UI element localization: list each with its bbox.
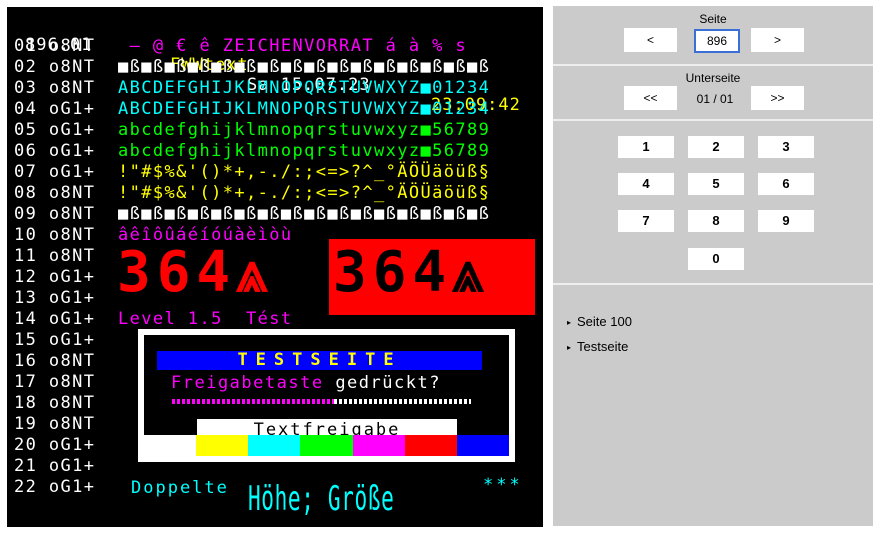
link-seite-100[interactable]: ▸ Seite 100: [567, 314, 632, 329]
row-number: 14 oG1+: [14, 309, 96, 329]
page-number-input[interactable]: [694, 29, 740, 53]
teletext-screen: 896.01 FWWtext Sa 15.07.23 23:09:42 01 o…: [7, 7, 543, 527]
row-number: 22 oG1+: [14, 477, 96, 497]
keypad-button-2[interactable]: 2: [688, 136, 744, 158]
row-number: 01 o8NT: [14, 36, 96, 56]
keypad-button-4[interactable]: 4: [618, 173, 674, 195]
control-panel: Seite < > Unterseite << 01 / 01 >> 123 45…: [553, 6, 873, 526]
row-number: 16 o8NT: [14, 351, 96, 371]
separator: [553, 64, 873, 66]
row-number: 11 o8NT: [14, 246, 96, 266]
prev-subpage-button[interactable]: <<: [624, 86, 677, 110]
color-bar: [352, 435, 405, 456]
arrow-right-icon: ▸: [567, 343, 572, 353]
keypad-button-7[interactable]: 7: [618, 210, 674, 232]
magenta-dot-bar: [172, 399, 334, 404]
row-content: ABCDEFGHIJKLMNOPQRSTUVWXYZ■01234: [118, 78, 491, 98]
keypad-button-8[interactable]: 8: [688, 210, 744, 232]
link-testseite[interactable]: ▸ Testseite: [567, 339, 628, 354]
color-bars: [144, 435, 509, 456]
keypad-button-6[interactable]: 6: [758, 173, 814, 195]
separator: [553, 119, 873, 121]
color-bar: [404, 435, 457, 456]
link-seite-100-label: Seite 100: [577, 314, 632, 329]
row-number: 10 o8NT: [14, 225, 96, 245]
link-testseite-label: Testseite: [577, 339, 629, 354]
row-number: 18 o8NT: [14, 393, 96, 413]
row-number: 20 oG1+: [14, 435, 96, 455]
keypad-button-1[interactable]: 1: [618, 136, 674, 158]
arrow-right-icon: ▸: [567, 318, 572, 328]
row-number: 07 oG1+: [14, 162, 96, 182]
row-number: 02 o8NT: [14, 57, 96, 77]
row-number: 12 oG1+: [14, 267, 96, 287]
subpage-label: Unterseite: [685, 71, 741, 85]
testcard-inner: TESTSEITE Freigabetaste gedrückt? Textfr…: [144, 335, 509, 441]
bottom-stars: ***: [483, 475, 523, 495]
color-bar: [300, 435, 353, 456]
white-dot-bar: [334, 399, 471, 404]
row-number: 15 oG1+: [14, 330, 96, 350]
row-content: abcdefghijklmnopqrstuvwxyz■56789: [118, 141, 491, 161]
color-bar: [144, 435, 197, 456]
keypad-button-3[interactable]: 3: [758, 136, 814, 158]
next-subpage-button[interactable]: >>: [751, 86, 804, 110]
row-number: 17 o8NT: [14, 372, 96, 392]
bottom-double-label: Doppelte: [131, 478, 229, 498]
row-content: !"#$%&'()*+,-./:;<=>?^_°ÄÖÜäöüß§: [118, 183, 491, 203]
next-page-button[interactable]: >: [751, 28, 804, 52]
big-text-red: 364⩓: [117, 240, 274, 305]
color-bar: [248, 435, 301, 456]
row-content: ■ß■ß■ß■ß■ß■ß■ß■ß■ß■ß■ß■ß■ß■ß■ß■ß: [118, 57, 491, 77]
big-text-black: 364⩓: [333, 240, 490, 305]
keypad-button-9[interactable]: 9: [758, 210, 814, 232]
keypad-button-5[interactable]: 5: [688, 173, 744, 195]
separator: [553, 283, 873, 285]
page-label: Seite: [699, 12, 727, 26]
row-number: 04 oG1+: [14, 99, 96, 119]
testcard-prompt-part2: gedrückt?: [335, 373, 441, 393]
row-content: !"#$%&'()*+,-./:;<=>?^_°ÄÖÜäöüß§: [118, 162, 491, 182]
prev-page-button[interactable]: <: [624, 28, 677, 52]
row-number: 08 o8NT: [14, 183, 96, 203]
keypad-button-0[interactable]: 0: [688, 248, 744, 270]
row-number: 06 oG1+: [14, 141, 96, 161]
bottom-big-text: Höhe; Größe: [248, 479, 394, 519]
testcard-title: TESTSEITE: [157, 351, 482, 370]
testcard-frame: TESTSEITE Freigabetaste gedrückt? Textfr…: [138, 329, 515, 462]
color-bar: [196, 435, 249, 456]
row-number: 09 o8NT: [14, 204, 96, 224]
row-number: 03 o8NT: [14, 78, 96, 98]
row-number: 21 oG1+: [14, 456, 96, 476]
row-number: 19 o8NT: [14, 414, 96, 434]
bottom-big-text-value: Höhe; Größe: [248, 479, 395, 519]
testcard-prompt-part1: Freigabetaste: [171, 373, 324, 393]
row-number: 05 oG1+: [14, 120, 96, 140]
row-content: – @ € ê ZEICHENVORRAT á à % s: [118, 36, 468, 56]
subpage-indicator: 01 / 01: [696, 92, 734, 106]
testcard-prompt: Freigabetaste gedrückt?: [171, 373, 441, 393]
row-number: 13 oG1+: [14, 288, 96, 308]
row-content: Level 1.5 Tést: [118, 309, 293, 329]
color-bar: [456, 435, 509, 456]
row-content: ABCDEFGHIJKLMNOPQRSTUVWXYZ■01234: [118, 99, 491, 119]
row-content: abcdefghijklmnopqrstuvwxyz■56789: [118, 120, 491, 140]
row-content: ■ß■ß■ß■ß■ß■ß■ß■ß■ß■ß■ß■ß■ß■ß■ß■ß: [118, 204, 491, 224]
